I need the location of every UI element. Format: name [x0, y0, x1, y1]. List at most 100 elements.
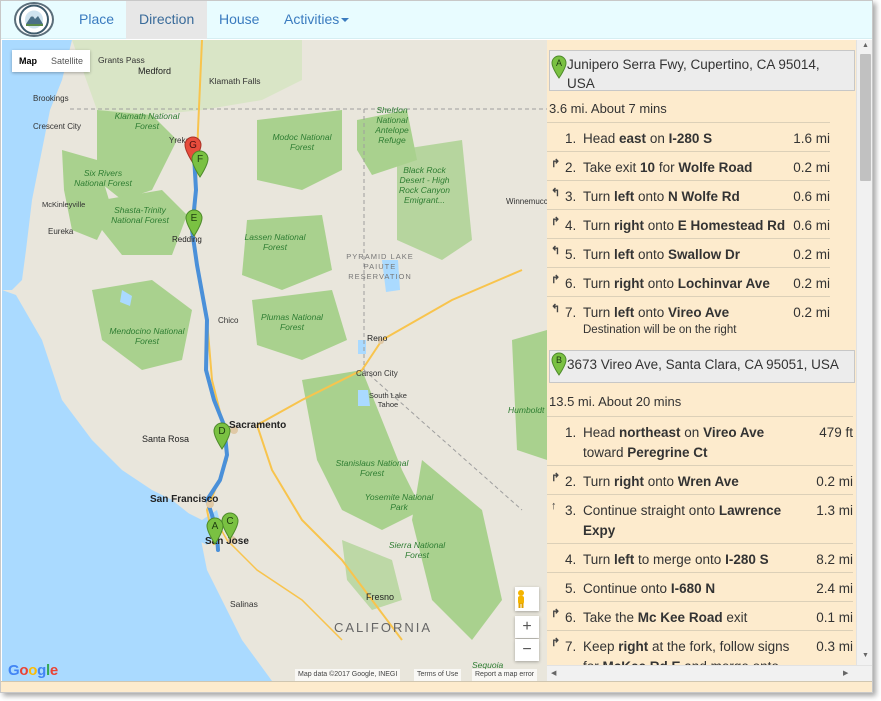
step-distance: 1.6 mi — [793, 131, 830, 146]
app-window: Place Direction House Activities Grants … — [0, 0, 873, 693]
map-label-eureka: Eureka — [48, 227, 74, 236]
step-number: 1. — [565, 131, 577, 146]
step-distance: 1.3 mi — [816, 503, 853, 518]
step-distance: 8.2 mi — [816, 552, 853, 567]
step-instruction: Take the Mc Kee Road exit — [583, 610, 748, 625]
direction-step[interactable]: ↰ 3. Turn left onto N Wolfe Rd 0.6 mi — [547, 180, 830, 209]
direction-step[interactable]: ↱ 4. Turn right onto E Homestead Rd 0.6 mi — [547, 209, 830, 238]
direction-step[interactable]: ↱ 6. Take the Mc Kee Road exit 0.1 mi — [547, 601, 853, 630]
map-label-reno: Reno — [367, 333, 388, 343]
direction-step[interactable]: 1. Head northeast on Vireo Ave toward Pere… — [547, 416, 853, 465]
step-instruction: Turn left onto Swallow Dr — [583, 247, 741, 262]
map-label-grants-pass: Grants Pass — [98, 55, 145, 65]
scroll-up-icon[interactable]: ▲ — [862, 42, 869, 49]
svg-text:A: A — [556, 58, 562, 68]
marker-a-icon: A — [551, 55, 567, 79]
step-distance: 0.2 mi — [793, 160, 830, 175]
leg2-summary: 13.5 mi. About 20 mins — [549, 394, 682, 409]
caret-down-icon — [341, 18, 350, 23]
map-label-crescent-city: Crescent City — [33, 122, 82, 131]
map[interactable]: Grants Pass Medford Klamath Falls Brooki… — [2, 40, 547, 681]
origin-address-text: Junipero Serra Fwy, Cupertino, CA 95014,… — [567, 57, 820, 91]
nav-house[interactable]: House — [206, 1, 272, 39]
direction-step[interactable]: 4. Turn left to merge onto I-280 S 8.2 mi — [547, 543, 853, 572]
marker-d-label: D — [218, 426, 225, 437]
straight-icon: ↑ — [551, 500, 557, 512]
map-label-carson: Carson City — [356, 369, 398, 378]
map-label-california: CALIFORNIA — [334, 620, 433, 635]
scroll-thumb[interactable] — [860, 54, 871, 181]
map-label-mckinleyville: McKinleyville — [42, 200, 86, 209]
step-instruction: Turn right onto E Homestead Rd — [583, 218, 786, 233]
step-number: 4. — [565, 552, 577, 567]
direction-step[interactable]: ↱ 2. Take exit 10 for Wolfe Road 0.2 mi — [547, 151, 830, 180]
step-number: 5. — [565, 247, 577, 262]
marker-c-label: C — [226, 516, 233, 527]
map-label-santa-rosa: Santa Rosa — [142, 434, 190, 444]
direction-step[interactable]: ↱ 6. Turn right onto Lochinvar Ave 0.2 mi — [547, 267, 830, 296]
direction-step[interactable]: ↱ 2. Turn right onto Wren Ave 0.2 mi — [547, 465, 853, 494]
step-number: 7. — [565, 305, 577, 320]
pegman-icon[interactable] — [515, 587, 539, 611]
fork-right-icon: ↱ — [551, 637, 561, 649]
direction-step[interactable]: ↰ 5. Turn left onto Swallow Dr 0.2 mi — [547, 238, 830, 267]
step-number: 2. — [565, 160, 577, 175]
direction-step[interactable]: ↱ 7. Keep right at the fork, follow signsf… — [547, 630, 853, 665]
map-label-six-rivers: Six Rivers National Forest — [74, 168, 132, 188]
horizontal-scrollbar[interactable]: ◀ ▶ — [547, 665, 872, 681]
nav-direction[interactable]: Direction — [126, 1, 208, 39]
map-label-stanislaus: Stanislaus National Forest — [335, 458, 409, 478]
scroll-left-icon[interactable]: ◀ — [551, 669, 556, 677]
step-number: 5. — [565, 581, 577, 596]
step-instruction: Continue onto I-680 N — [583, 581, 716, 596]
map-label-chico: Chico — [218, 316, 239, 325]
direction-step[interactable]: ↰ 7. Turn left onto Vireo Ave Destination w… — [547, 296, 830, 344]
nav-place[interactable]: Place — [66, 1, 127, 39]
turn-right-icon: ↱ — [551, 274, 561, 286]
step-number: 3. — [565, 503, 577, 518]
step-note: Destination will be on the right — [583, 324, 737, 336]
zoom-in-button[interactable]: + — [515, 616, 539, 638]
step-instruction: Turn left to merge onto I-280 S — [583, 552, 769, 567]
step-distance: 0.2 mi — [816, 474, 853, 489]
map-type-satellite-button[interactable]: Satellite — [44, 50, 90, 72]
turn-left-icon: ↰ — [551, 245, 561, 257]
map-label-san-francisco: San Francisco — [150, 494, 219, 505]
step-number: 6. — [565, 276, 577, 291]
step-number: 7. — [565, 639, 577, 654]
ramp-right-icon: ↱ — [551, 158, 561, 170]
origin-address: A Junipero Serra Fwy, Cupertino, CA 9501… — [549, 50, 855, 91]
zoom-out-button[interactable]: − — [515, 639, 539, 661]
nav-activities[interactable]: Activities — [271, 1, 362, 39]
step-number: 4. — [565, 218, 577, 233]
svg-text:B: B — [556, 355, 562, 365]
step-distance: 0.2 mi — [793, 305, 830, 320]
map-label-sacramento: Sacramento — [229, 420, 287, 431]
marker-f-label: F — [197, 154, 203, 165]
marker-e-label: E — [191, 213, 198, 224]
navbar: Place Direction House Activities — [1, 1, 872, 39]
map-type-map-button[interactable]: Map — [12, 50, 44, 72]
step-distance: 0.2 mi — [793, 247, 830, 262]
terms-link[interactable]: Terms of Use — [414, 669, 462, 681]
mountain-seal-icon[interactable] — [14, 2, 54, 37]
scroll-down-icon[interactable]: ▼ — [862, 652, 869, 659]
step-instruction: Turn left onto N Wolfe Rd — [583, 189, 740, 204]
scroll-right-icon[interactable]: ▶ — [843, 669, 848, 677]
map-label-south-tahoe: South Lake Tahoe — [369, 391, 407, 409]
map-label-brookings: Brookings — [33, 94, 69, 103]
turn-left-icon: ↰ — [551, 187, 561, 199]
map-type-control: Map Satellite — [12, 50, 91, 72]
step-distance: 0.2 mi — [793, 276, 830, 291]
marker-a-label: A — [212, 521, 219, 532]
map-label-sheldon: Sheldon National Antelope Refuge — [375, 105, 409, 145]
report-error-link[interactable]: Report a map error — [472, 669, 538, 681]
vertical-scrollbar[interactable]: ▲ ▼ — [856, 40, 872, 665]
map-label-black-rock: Black Rock Desert - High Rock Canyon Emi… — [398, 165, 451, 205]
step-distance: 0.1 mi — [816, 610, 853, 625]
ramp-right-icon: ↱ — [551, 608, 561, 620]
direction-step[interactable]: 5. Continue onto I-680 N 2.4 mi — [547, 572, 853, 601]
step-instruction: Take exit 10 for Wolfe Road — [583, 160, 753, 175]
direction-step[interactable]: ↑ 3. Continue straight onto Lawrence Expy 1.… — [547, 494, 853, 543]
direction-step[interactable]: 1. Head east on I-280 S 1.6 mi — [547, 122, 830, 151]
